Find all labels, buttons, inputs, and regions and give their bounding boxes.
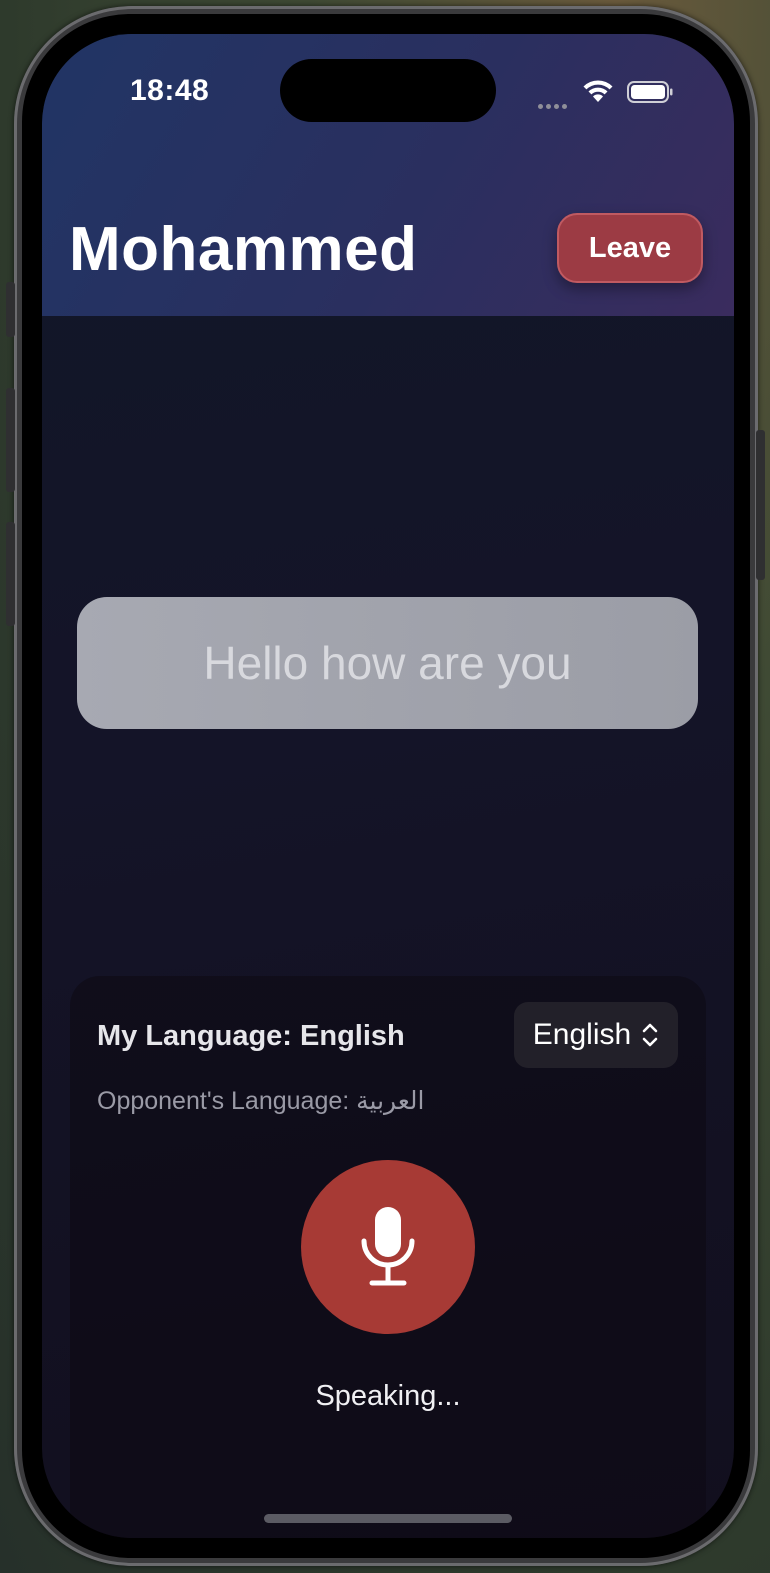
volume-up-button — [6, 388, 15, 492]
leave-button[interactable]: Leave — [557, 213, 703, 283]
microphone-button[interactable] — [301, 1160, 475, 1334]
transcript-text: Hello how are you — [203, 637, 572, 689]
my-language-label: My Language: English — [97, 1020, 405, 1052]
opponent-language-label: Opponent's Language: العربية — [97, 1087, 425, 1115]
speaking-status: Speaking... — [315, 1380, 461, 1412]
header: 18:48 Mohammed Leave — [42, 34, 734, 316]
language-select-value: English — [532, 1018, 632, 1051]
action-button — [6, 282, 15, 337]
cellular-signal-icon — [538, 96, 570, 114]
status-time: 18:48 — [130, 74, 210, 107]
control-panel: My Language: English English Opponent's … — [70, 976, 706, 1538]
dynamic-island — [280, 59, 496, 122]
page-title: Mohammed — [69, 215, 418, 284]
volume-down-button — [6, 522, 15, 626]
wifi-icon — [583, 80, 613, 102]
app-screen: 18:48 Mohammed Leave Hello how are you M… — [42, 34, 734, 1538]
language-select[interactable]: English — [514, 1002, 678, 1068]
power-button — [756, 430, 765, 580]
chevron-up-down-icon — [642, 1023, 658, 1047]
transcript-bubble: Hello how are you — [77, 597, 698, 729]
home-indicator[interactable] — [264, 1514, 512, 1523]
microphone-icon — [361, 1207, 415, 1286]
battery-icon — [627, 81, 673, 103]
